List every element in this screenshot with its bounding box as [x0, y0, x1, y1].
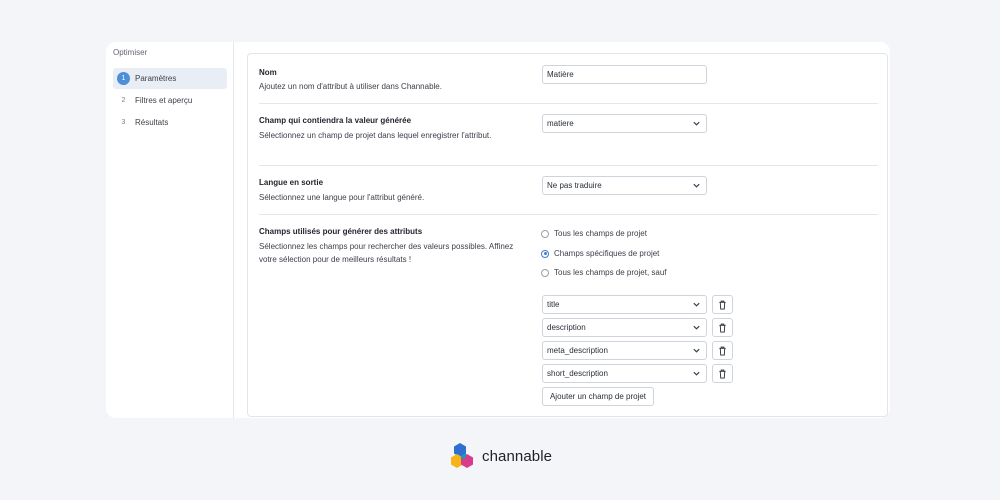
radio-label: Champs spécifiques de projet	[554, 249, 660, 258]
source-field-select[interactable]: meta_description	[542, 341, 707, 360]
name-title: Nom	[259, 68, 277, 77]
delete-field-button[interactable]	[712, 295, 733, 314]
add-project-field-button[interactable]: Ajouter un champ de projet	[542, 387, 654, 406]
radio-all-except[interactable]: Tous les champs de projet, sauf	[541, 268, 667, 277]
app-window: Optimiser 1 Paramètres 2 Filtres et aper…	[106, 42, 890, 418]
trash-icon	[719, 300, 726, 309]
language-value: Ne pas traduire	[547, 181, 602, 190]
sidebar: Optimiser 1 Paramètres 2 Filtres et aper…	[106, 42, 234, 418]
delete-field-button[interactable]	[712, 364, 733, 383]
target-field-title: Champ qui contiendra la valeur générée	[259, 116, 412, 125]
language-title: Langue en sortie	[259, 178, 324, 187]
channable-logo-icon	[451, 443, 473, 468]
divider	[259, 165, 878, 166]
name-input-value: Matière	[547, 70, 574, 79]
radio-button[interactable]	[541, 229, 549, 238]
name-desc: Ajoutez un nom d'attribut à utiliser dan…	[259, 82, 442, 91]
source-fields-desc: Sélectionnez les champs pour rechercher …	[259, 242, 514, 264]
chevron-down-icon	[693, 302, 700, 307]
radio-button[interactable]	[541, 268, 549, 277]
step-filtres[interactable]: 2 Filtres et aperçu	[113, 90, 227, 111]
divider	[259, 103, 878, 104]
source-field-value: description	[547, 323, 586, 332]
radio-all-fields[interactable]: Tous les champs de projet	[541, 229, 647, 238]
chevron-down-icon	[693, 183, 700, 188]
brand-name: channable	[482, 447, 553, 465]
step-parametres[interactable]: 1 Paramètres	[113, 68, 227, 89]
step-number: 3	[121, 119, 126, 126]
source-field-value: short_description	[547, 369, 608, 378]
divider	[259, 214, 878, 215]
source-field-select[interactable]: description	[542, 318, 707, 337]
step-number: 2	[121, 97, 126, 104]
radio-specific-fields[interactable]: Champs spécifiques de projet	[541, 249, 659, 258]
step-label: Paramètres	[135, 74, 177, 83]
delete-field-button[interactable]	[712, 318, 733, 337]
brand-logo: channable	[450, 442, 552, 470]
radio-label: Tous les champs de projet, sauf	[554, 268, 667, 277]
step-label: Résultats	[135, 118, 169, 127]
target-field-select[interactable]: matiere	[542, 114, 707, 133]
source-field-select[interactable]: short_description	[542, 364, 707, 383]
source-field-value: meta_description	[547, 346, 608, 355]
delete-field-button[interactable]	[712, 341, 733, 360]
settings-panel: Nom Ajoutez un nom d'attribut à utiliser…	[247, 53, 888, 417]
chevron-down-icon	[693, 371, 700, 376]
trash-icon	[719, 369, 726, 378]
language-select[interactable]: Ne pas traduire	[542, 176, 707, 195]
step-label: Filtres et aperçu	[135, 96, 193, 105]
radio-button-checked[interactable]	[541, 249, 549, 258]
chevron-down-icon	[693, 348, 700, 353]
name-input[interactable]: Matière	[542, 65, 707, 84]
source-field-select[interactable]: title	[542, 295, 707, 314]
target-field-desc: Sélectionnez un champ de projet dans leq…	[259, 131, 492, 140]
source-field-value: title	[547, 300, 560, 309]
chevron-down-icon	[693, 325, 700, 330]
trash-icon	[719, 323, 726, 332]
source-fields-title: Champs utilisés pour générer des attribu…	[259, 227, 423, 236]
target-field-value: matiere	[547, 119, 574, 128]
step-number: 1	[117, 72, 130, 85]
chevron-down-icon	[693, 121, 700, 126]
sidebar-title: Optimiser	[113, 48, 148, 57]
language-desc: Sélectionnez une langue pour l'attribut …	[259, 193, 425, 202]
trash-icon	[719, 346, 726, 355]
radio-label: Tous les champs de projet	[554, 229, 647, 238]
step-resultats[interactable]: 3 Résultats	[113, 112, 227, 133]
